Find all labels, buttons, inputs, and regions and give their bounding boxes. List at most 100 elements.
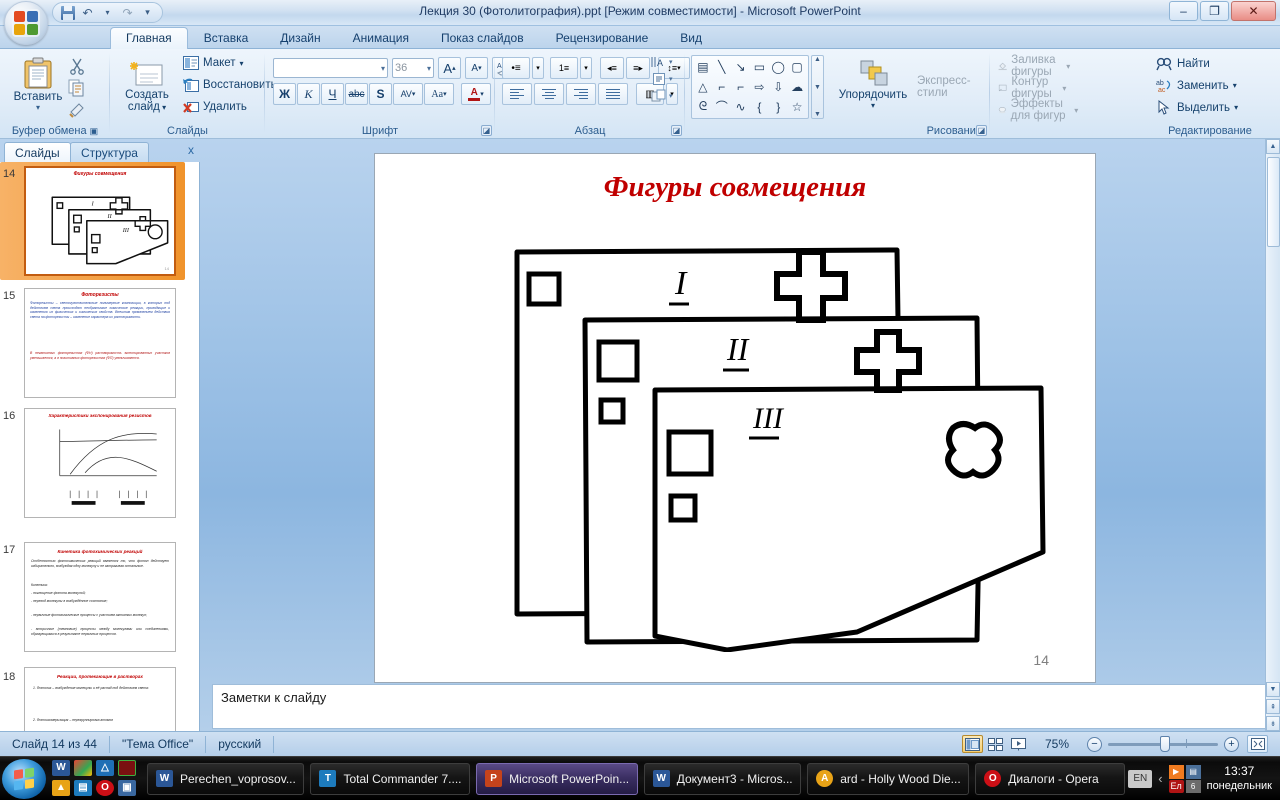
shape-left-brace-icon[interactable]: { <box>751 97 769 116</box>
select-dropdown-icon[interactable]: ▾ <box>1234 103 1238 112</box>
shape-star-icon[interactable]: ☆ <box>788 97 806 116</box>
undo-icon[interactable]: ↶ <box>79 4 96 21</box>
close-panel-icon[interactable]: x <box>188 143 194 157</box>
thumbnail-item-16[interactable]: 16 Характеристики экспонирования резисто… <box>0 404 199 524</box>
replace-dropdown-icon[interactable]: ▾ <box>1233 81 1237 90</box>
undo-dropdown-icon[interactable]: ▾ <box>99 4 116 21</box>
previous-slide-icon[interactable]: ⇞ <box>1266 699 1280 714</box>
shape-rectangle-icon[interactable]: ▭ <box>751 58 769 77</box>
shape-triangle-icon[interactable]: △ <box>694 78 712 97</box>
bullets-dropdown[interactable]: ▾ <box>532 57 544 79</box>
alignment-marks-figure[interactable]: I II III <box>437 232 1057 652</box>
increase-indent-button[interactable]: ≡▸ <box>626 57 650 79</box>
format-painter-button[interactable] <box>68 101 86 122</box>
main-scrollbar[interactable]: ▲ ▼ ⇞ ⇟ <box>1265 139 1280 731</box>
clock[interactable]: 13:37 понедельник <box>1207 764 1272 794</box>
align-left-button[interactable] <box>502 83 532 105</box>
replace-button[interactable]: ab ac Заменить ▾ <box>1153 77 1240 94</box>
tab-design[interactable]: Дизайн <box>264 27 336 49</box>
shape-elbow-connector-icon[interactable]: ⌐ <box>713 78 731 97</box>
taskbar-button-perechen[interactable]: W Perechen_voprosov... <box>147 762 305 795</box>
new-slide-button[interactable]: Создать слайд ▾ <box>118 57 176 116</box>
taskbar-button-total-commander[interactable]: T Total Commander 7.... <box>310 762 471 795</box>
find-button[interactable]: Найти <box>1153 55 1213 72</box>
text-direction-button[interactable]: A ▾ <box>651 55 673 69</box>
quicklaunch-save-icon[interactable]: ▣ <box>118 779 136 796</box>
tray-network-icon[interactable]: ▤ <box>1185 764 1201 779</box>
tray-media-icon[interactable]: ▶ <box>1168 764 1184 779</box>
zoom-slider[interactable]: − + <box>1087 735 1239 752</box>
paste-button[interactable]: Вставить ▾ <box>12 55 64 114</box>
layout-button[interactable]: Макет ▾ <box>180 55 247 71</box>
font-dialog-launcher[interactable]: ◪ <box>481 125 492 136</box>
shape-curve-icon[interactable]: ⌒ <box>713 97 731 116</box>
shape-down-arrow-icon[interactable]: ⇩ <box>769 78 787 97</box>
select-button[interactable]: Выделить ▾ <box>1153 99 1241 116</box>
tab-insert[interactable]: Вставка <box>188 27 265 49</box>
tray-expand-icon[interactable]: ‹ <box>1158 771 1162 786</box>
fit-to-window-button[interactable] <box>1247 735 1268 753</box>
decrease-indent-button[interactable]: ◂≡ <box>600 57 624 79</box>
slide-title[interactable]: Фигуры совмещения <box>375 171 1095 204</box>
main-scroll-down-icon[interactable]: ▼ <box>1266 682 1280 697</box>
quicklaunch-opera-icon[interactable]: O <box>96 779 114 796</box>
quicklaunch-chrome-icon[interactable] <box>74 759 92 776</box>
arrange-button[interactable]: Упорядочить ▾ <box>833 57 913 112</box>
theme-name[interactable]: "Тема Office" <box>110 737 205 751</box>
justify-button[interactable] <box>598 83 628 105</box>
current-slide[interactable]: Фигуры совмещения I II III 14 <box>375 154 1095 682</box>
slide-sorter-button[interactable] <box>985 735 1006 753</box>
font-color-button[interactable]: A ▾ <box>461 83 491 105</box>
strikethrough-button[interactable]: abc <box>345 83 368 105</box>
zoom-in-button[interactable]: + <box>1224 736 1239 752</box>
layout-dropdown-icon[interactable]: ▾ <box>240 59 244 68</box>
font-size-input[interactable]: 36 ▾ <box>392 58 434 78</box>
notes-pane[interactable]: Заметки к слайду <box>212 684 1267 729</box>
taskbar-button-opera[interactable]: O Диалоги - Opera <box>975 762 1126 795</box>
paragraph-dialog-launcher[interactable]: ◪ <box>671 125 682 136</box>
tab-slides-panel[interactable]: Слайды <box>4 142 71 162</box>
start-button[interactable] <box>2 758 46 799</box>
zoom-value[interactable]: 75% <box>1031 737 1079 751</box>
next-slide-icon[interactable]: ⇟ <box>1266 716 1280 731</box>
normal-view-button[interactable] <box>961 735 983 753</box>
taskbar-button-powerpoint[interactable]: P Microsoft PowerPoin... <box>476 762 638 795</box>
shape-textbox-icon[interactable]: ▤ <box>694 58 712 77</box>
shape-right-brace-icon[interactable]: } <box>769 97 787 116</box>
thumbnail-item-18[interactable]: 18 Реакции, протекающие в растворах 1. Ф… <box>0 659 199 731</box>
shape-wave-icon[interactable]: ∿ <box>732 97 750 116</box>
shape-cloud-icon[interactable]: ☁ <box>788 78 806 97</box>
character-spacing-button[interactable]: AV ▾ <box>393 83 423 105</box>
office-button[interactable] <box>4 1 48 45</box>
quicklaunch-autocad-icon[interactable]: △ <box>96 759 114 776</box>
taskbar-button-hollywood[interactable]: A ard - Holly Wood Die... <box>807 762 970 795</box>
shapes-scroll-down-icon[interactable]: ▼ <box>814 84 821 91</box>
shapes-gallery[interactable]: ▤ ╲ ↘ ▭ ◯ ▢ △ ⌐ ⌐ ⇨ ⇩ ☁ ᘓ ⌒ ∿ { } ☆ <box>691 55 809 119</box>
shape-scribble-icon[interactable]: ᘓ <box>694 97 712 116</box>
align-right-button[interactable] <box>566 83 596 105</box>
delete-slide-button[interactable]: Удалить <box>180 99 250 115</box>
tab-outline-panel[interactable]: Структура <box>70 142 149 162</box>
main-scroll-thumb[interactable] <box>1267 157 1280 247</box>
zoom-out-button[interactable]: − <box>1087 736 1102 752</box>
cut-button[interactable] <box>68 57 86 78</box>
grow-font-button[interactable]: A ▴ <box>438 57 461 79</box>
language-status[interactable]: русский <box>206 737 273 751</box>
taskbar-button-document3[interactable]: W Документ3 - Micros... <box>643 762 802 795</box>
quicklaunch-app4-icon[interactable] <box>118 759 136 776</box>
tab-view[interactable]: Вид <box>664 27 718 49</box>
text-shadow-button[interactable]: S <box>369 83 392 105</box>
close-button[interactable]: ✕ <box>1231 1 1276 21</box>
underline-button[interactable]: Ч <box>321 83 344 105</box>
change-case-button[interactable]: Aa ▾ <box>424 83 454 105</box>
main-scroll-up-icon[interactable]: ▲ <box>1266 139 1280 154</box>
bold-button[interactable]: Ж <box>273 83 296 105</box>
zoom-track[interactable] <box>1108 735 1218 752</box>
arrange-dropdown-icon[interactable]: ▾ <box>871 101 875 110</box>
thumbnail-item-15[interactable]: 15 Фоторезисты Фоторезисты – светочувств… <box>0 284 199 404</box>
shrink-font-button[interactable]: A ▾ <box>465 57 488 79</box>
tab-slideshow[interactable]: Показ слайдов <box>425 27 540 49</box>
numbering-button[interactable]: 1≡ <box>550 57 578 79</box>
zoom-handle[interactable] <box>1160 735 1170 752</box>
font-name-input[interactable]: ▾ <box>273 58 388 78</box>
